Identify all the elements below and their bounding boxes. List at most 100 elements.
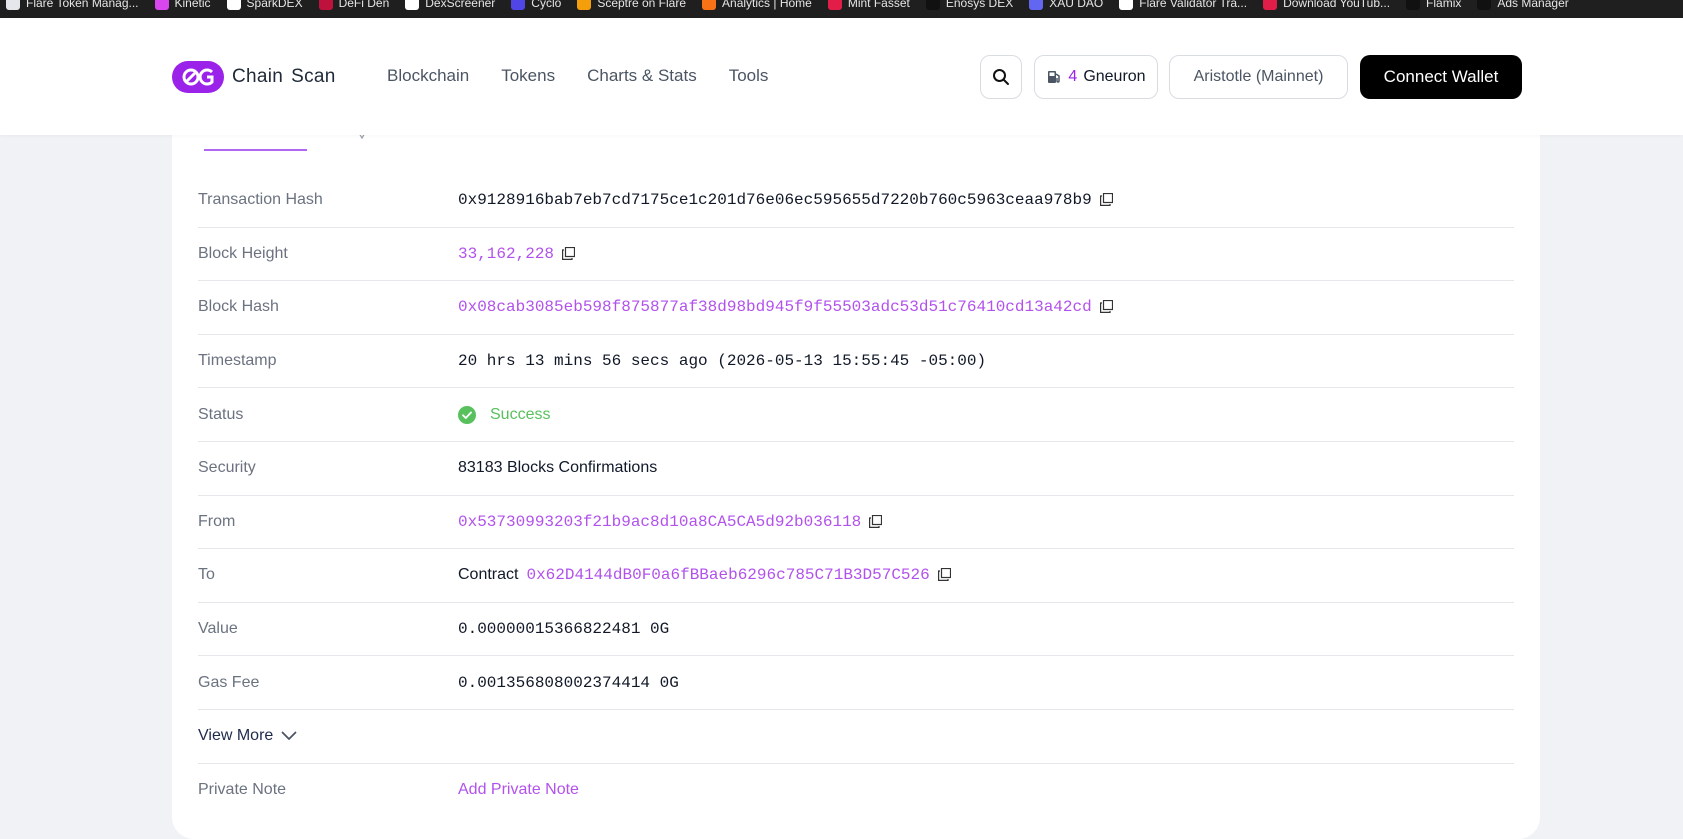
detail-rows: Transaction Hash 0x9128916bab7eb7cd7175c… — [198, 174, 1514, 817]
value-private-note-wrap: Add Private Note — [458, 781, 579, 799]
label-block-height: Block Height — [198, 244, 288, 262]
check-circle-icon — [458, 405, 476, 424]
timestamp-value: 20 hrs 13 mins 56 secs ago (2026-05-13 1… — [458, 352, 987, 371]
bookmark-item[interactable]: DeFi Den — [318, 0, 390, 10]
copy-icon[interactable] — [562, 246, 576, 261]
bookmark-item[interactable]: Mint Fasset — [827, 0, 910, 10]
bookmark-item[interactable]: Flare Token Manag... — [6, 0, 139, 10]
bookmark-favicon-icon — [6, 0, 20, 10]
gas-price-button[interactable]: 4 Gneuron — [1034, 55, 1158, 99]
site-logo[interactable]: Chain Scan — [172, 61, 336, 93]
row-value: Value 0.00000015366822481 0G — [198, 603, 1514, 657]
bookmark-favicon-icon — [154, 0, 169, 10]
label-security: Security — [198, 459, 256, 477]
block-height-link[interactable]: 33,162,228 — [458, 245, 554, 263]
row-gas-fee: Gas Fee 0.001356808002374414 0G — [198, 656, 1514, 710]
nav-blockchain[interactable]: Blockchain — [387, 66, 469, 86]
from-address-link[interactable]: 0x53730993203f21b9ac8d10a8CA5CA5d92b0361… — [458, 513, 861, 531]
row-private-note: Private Note Add Private Note — [198, 764, 1514, 818]
bookmark-item[interactable]: Download YouTub... — [1263, 0, 1390, 10]
bookmark-item[interactable]: SparkDEX — [226, 0, 303, 10]
row-security: Security 83183 Blocks Confirmations — [198, 442, 1514, 496]
label-block-hash: Block Hash — [198, 298, 279, 316]
gas-value: 4 — [1068, 68, 1078, 85]
bookmark-favicon-icon — [1029, 0, 1044, 10]
bookmark-label: Kinetic — [174, 0, 211, 10]
label-value: Value — [198, 620, 238, 638]
copy-icon[interactable] — [869, 514, 883, 529]
network-selector[interactable]: Aristotle (Mainnet) — [1169, 55, 1348, 99]
row-from: From 0x53730993203f21b9ac8d10a8CA5CA5d92… — [198, 496, 1514, 550]
bookmark-item[interactable]: Kinetic — [154, 0, 211, 10]
row-status: Status Success — [198, 388, 1514, 442]
bookmark-favicon-icon — [925, 0, 940, 10]
connect-wallet-button[interactable]: Connect Wallet — [1360, 55, 1522, 99]
bookmark-label: Analytics | Home — [722, 0, 812, 10]
label-to: To — [198, 566, 215, 584]
bookmark-favicon-icon — [702, 0, 717, 10]
label-transaction-hash: Transaction Hash — [198, 191, 323, 209]
bookmark-label: Sceptre on Flare — [597, 0, 687, 10]
bookmark-favicon-icon — [577, 0, 592, 10]
row-transaction-hash: Transaction Hash 0x9128916bab7eb7cd7175c… — [198, 174, 1514, 228]
bookmark-favicon-icon — [511, 0, 526, 10]
bookmarks-bar: Flare Token Manag... Kinetic SparkDEX DeFi … — [0, 0, 1683, 18]
row-view-more: View More — [198, 710, 1514, 764]
copy-icon[interactable] — [1099, 193, 1114, 207]
row-block-height: Block Height 33,162,228 — [198, 228, 1514, 282]
value-gas-fee-wrap: 0.001356808002374414 0G — [458, 674, 679, 692]
label-private-note: Private Note — [198, 781, 287, 799]
nav-tokens[interactable]: Tokens — [501, 66, 555, 86]
label-timestamp: Timestamp — [198, 352, 277, 370]
bookmark-favicon-icon — [226, 0, 241, 10]
transaction-hash-value: 0x9128916bab7eb7cd7175ce1c201d76e06ec595… — [458, 191, 1092, 210]
value-block-hash-wrap: 0x08cab3085eb598f875877af38d98bd945f9f55… — [458, 298, 1114, 316]
nav-charts-stats[interactable]: Charts & Stats — [587, 66, 697, 86]
bookmark-label: Flare Token Manag... — [26, 0, 139, 10]
bookmark-item[interactable]: DexScreener — [405, 0, 495, 10]
value-from-wrap: 0x53730993203f21b9ac8d10a8CA5CA5d92b0361… — [458, 513, 883, 531]
bookmark-item[interactable]: XAU DAO — [1029, 0, 1103, 10]
add-private-note-link[interactable]: Add Private Note — [458, 781, 579, 799]
bookmark-item[interactable]: Flamix — [1406, 0, 1461, 10]
label-status: Status — [198, 405, 244, 423]
bookmark-item[interactable]: Enosys DEX — [925, 0, 1013, 10]
bookmark-favicon-icon — [1477, 0, 1492, 10]
bookmark-label: DeFi Den — [338, 0, 390, 10]
nav-tools[interactable]: Tools — [729, 66, 769, 86]
to-address-link[interactable]: 0x62D4144dB0F0a6fBBaeb6296c785C71B3D57C5… — [526, 566, 929, 584]
label-gas-fee: Gas Fee — [198, 673, 260, 691]
bookmark-item[interactable]: Cyclo — [511, 0, 561, 10]
search-button[interactable] — [980, 55, 1022, 99]
bookmark-label: Ads Manager — [1497, 0, 1569, 10]
row-timestamp: Timestamp 20 hrs 13 mins 56 secs ago (20… — [198, 335, 1514, 389]
bookmark-favicon-icon — [1119, 0, 1134, 10]
bookmark-label: Flamix — [1426, 0, 1462, 10]
search-icon — [993, 69, 1009, 85]
main-nav: Blockchain Tokens Charts & Stats Tools — [387, 66, 768, 86]
bookmark-label: XAU DAO — [1049, 0, 1104, 10]
value-value-wrap: 0.00000015366822481 0G — [458, 620, 669, 638]
copy-icon[interactable] — [937, 568, 952, 582]
copy-icon[interactable] — [1099, 300, 1114, 314]
value-status-wrap: Success — [458, 405, 551, 424]
logo-text-scan: Scan — [291, 66, 336, 87]
bookmark-label: Download YouTub... — [1283, 0, 1391, 10]
value-block-height-wrap: 33,162,228 — [458, 245, 576, 263]
bookmark-item[interactable]: Ads Manager — [1477, 0, 1569, 10]
logo-text: Chain Scan — [232, 66, 336, 88]
view-more-toggle[interactable]: View More — [198, 727, 297, 745]
bookmark-item[interactable]: Flare Validator Tra... — [1119, 0, 1247, 10]
gas-unit: Gneuron — [1083, 68, 1146, 85]
transaction-details-card: Transaction Hash 0x9128916bab7eb7cd7175c… — [172, 120, 1540, 839]
value-security-wrap: 83183 Blocks Confirmations — [458, 459, 657, 477]
logo-text-chain: Chain — [232, 66, 284, 87]
bookmark-label: DexScreener — [425, 0, 496, 10]
value-timestamp-wrap: 20 hrs 13 mins 56 secs ago (2026-05-13 1… — [458, 352, 986, 370]
status-badge: Success — [490, 405, 551, 423]
bookmark-item[interactable]: Sceptre on Flare — [577, 0, 686, 10]
bookmark-item[interactable]: Analytics | Home — [702, 0, 812, 10]
row-to: To Contract 0x62D4144dB0F0a6fBBaeb6296c7… — [198, 549, 1514, 603]
bookmark-label: Mint Fasset — [847, 0, 910, 10]
block-hash-link[interactable]: 0x08cab3085eb598f875877af38d98bd945f9f55… — [458, 298, 1092, 316]
